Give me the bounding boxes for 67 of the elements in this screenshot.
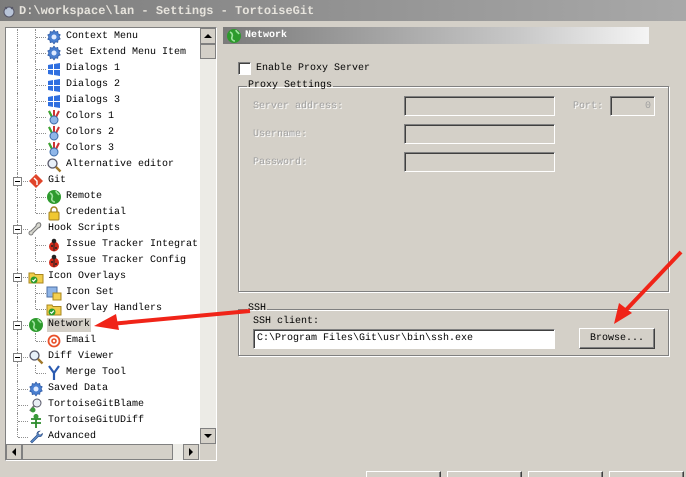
magnifier-icon bbox=[46, 157, 62, 173]
windows-flag-icon bbox=[46, 77, 62, 93]
tree-item[interactable]: Overlay Handlers bbox=[65, 302, 164, 316]
tree-item[interactable]: Context Menu bbox=[65, 30, 140, 44]
group-title: Proxy Settings bbox=[247, 81, 334, 91]
tree-item[interactable]: Alternative editor bbox=[65, 158, 176, 172]
browse-button[interactable]: Browse... bbox=[579, 328, 655, 349]
tree-item[interactable]: Credential bbox=[65, 206, 128, 220]
magnifier-person-icon bbox=[28, 397, 44, 413]
ssh-client-field[interactable]: C:\Program Files\Git\usr\bin\ssh.exe bbox=[253, 328, 555, 348]
ladybug-icon bbox=[46, 253, 62, 269]
tree-item[interactable]: Issue Tracker Integrat bbox=[65, 238, 200, 252]
tree-item[interactable]: Email bbox=[65, 334, 98, 348]
tree-item[interactable]: Advanced bbox=[47, 430, 98, 444]
padlock-icon bbox=[46, 205, 62, 221]
scrollbar-corner bbox=[200, 444, 216, 460]
tree-item[interactable]: Hook Scripts bbox=[47, 222, 122, 236]
tree-item[interactable]: Git bbox=[47, 174, 68, 188]
tree-item[interactable]: Dialogs 1 bbox=[65, 62, 122, 76]
group-title: SSH bbox=[247, 304, 268, 314]
tree-item[interactable]: Diff Viewer bbox=[47, 350, 116, 364]
paint-brushes-icon bbox=[46, 141, 62, 157]
collapse-icon[interactable] bbox=[13, 177, 22, 186]
gear-icon bbox=[46, 45, 62, 61]
tree-item[interactable]: Dialogs 2 bbox=[65, 78, 122, 92]
window-title: D:\workspace\lan - Settings - TortoiseGit bbox=[19, 4, 314, 18]
diamond-icon bbox=[28, 173, 44, 189]
collapse-icon[interactable] bbox=[13, 225, 22, 234]
paint-brushes-icon bbox=[46, 109, 62, 125]
app-icon bbox=[2, 4, 16, 18]
horizontal-scrollbar[interactable] bbox=[6, 444, 200, 460]
collapse-icon[interactable] bbox=[13, 273, 22, 282]
image-folder-icon bbox=[46, 285, 62, 301]
merge-icon bbox=[46, 365, 62, 381]
checkbox[interactable] bbox=[238, 62, 251, 74]
globe-icon bbox=[28, 317, 44, 333]
tree-item[interactable]: Merge Tool bbox=[65, 366, 128, 380]
field-label: SSH client: bbox=[253, 316, 320, 328]
tree-item[interactable]: TortoiseGitUDiff bbox=[47, 414, 146, 428]
gear-icon bbox=[46, 29, 62, 45]
tree-item[interactable]: Set Extend Menu Item bbox=[65, 46, 188, 60]
page-title: Network bbox=[245, 30, 288, 41]
tree-item[interactable]: Saved Data bbox=[47, 382, 110, 396]
tree-item[interactable]: Icon Set bbox=[65, 286, 116, 300]
tree-item[interactable]: Network bbox=[47, 318, 92, 332]
checkbox-label[interactable]: Enable Proxy Server bbox=[256, 62, 370, 74]
globe-icon bbox=[46, 189, 62, 205]
collapse-icon[interactable] bbox=[13, 321, 22, 330]
paint-brushes-icon bbox=[46, 125, 62, 141]
magnifier-icon bbox=[28, 349, 44, 365]
tree-item[interactable]: Dialogs 3 bbox=[65, 94, 122, 108]
tree-item[interactable]: Colors 2 bbox=[65, 126, 116, 140]
vertical-scrollbar[interactable] bbox=[200, 28, 216, 444]
diff-icon bbox=[28, 413, 44, 429]
windows-flag-icon bbox=[46, 61, 62, 77]
tree-item[interactable]: Icon Overlays bbox=[47, 270, 128, 284]
wrench-icon bbox=[28, 429, 44, 444]
tree-item[interactable]: Colors 3 bbox=[65, 142, 116, 156]
tree-item[interactable]: Colors 1 bbox=[65, 110, 116, 124]
ladybug-icon bbox=[46, 237, 62, 253]
tree-item[interactable]: Remote bbox=[65, 190, 104, 204]
gear-icon bbox=[28, 381, 44, 397]
tree-item[interactable]: Issue Tracker Config bbox=[65, 254, 188, 268]
tree-item[interactable]: TortoiseGitBlame bbox=[47, 398, 146, 412]
globe-icon bbox=[226, 28, 242, 44]
windows-flag-icon bbox=[46, 93, 62, 109]
collapse-icon[interactable] bbox=[13, 353, 22, 362]
